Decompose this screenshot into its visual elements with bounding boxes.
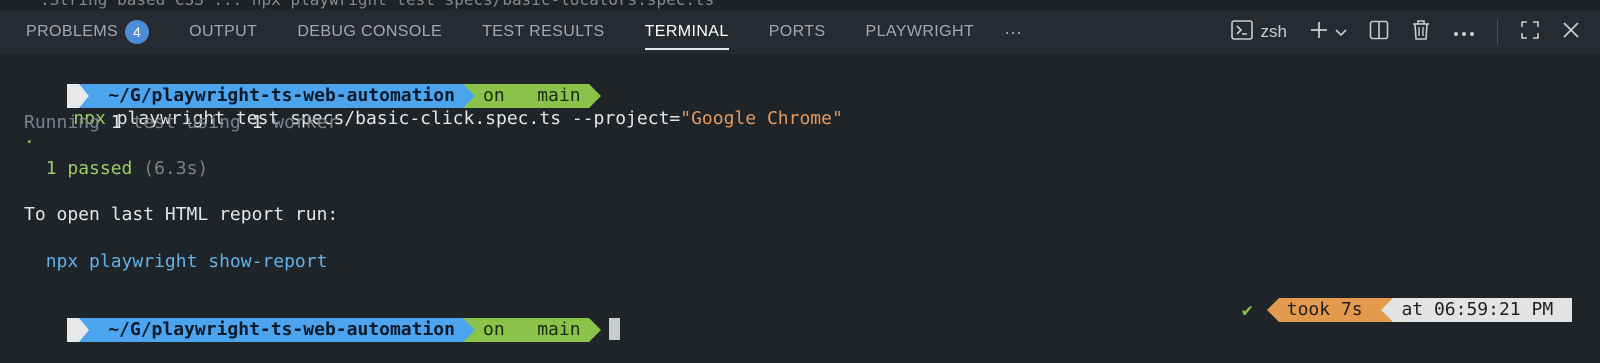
terminal-view[interactable]: ~/G/playwright-ts-web-automation on main … — [0, 54, 1600, 342]
git-segment: on main — [474, 84, 589, 108]
terminal-cursor — [608, 318, 620, 340]
os-segment — [67, 318, 80, 342]
git-branch-icon — [516, 85, 527, 106]
prompt-line-1: ~/G/playwright-ts-web-automation on main … — [24, 63, 843, 150]
editor-text-clip: :String based CSS ... npx playwright tes… — [0, 0, 1600, 10]
segment-separator — [1381, 298, 1394, 322]
git-segment: on main — [474, 318, 589, 342]
maximize-panel-button[interactable] — [1520, 20, 1540, 45]
took-text: took 7s — [1286, 299, 1363, 320]
split-icon — [1369, 20, 1389, 45]
panel-header: PROBLEMS 4 OUTPUT DEBUG CONSOLE TEST RES… — [0, 10, 1600, 54]
more-tabs-button[interactable]: ··· — [1004, 22, 1022, 43]
time-segment: at 06:59:21 PM — [1393, 298, 1572, 322]
tab-label: DEBUG CONSOLE — [297, 23, 443, 40]
path-segment: ~/G/playwright-ts-web-automation — [89, 318, 463, 342]
chevron-down-icon[interactable] — [1335, 22, 1347, 42]
tab-problems[interactable]: PROBLEMS 4 — [26, 10, 150, 54]
split-terminal-button[interactable] — [1369, 20, 1389, 45]
shell-name: zsh — [1260, 22, 1287, 41]
tab-output[interactable]: OUTPUT — [189, 10, 257, 54]
segment-separator — [79, 84, 90, 108]
prompt-line-2: ~/G/playwright-ts-web-automation on main — [24, 297, 620, 363]
git-branch: main — [537, 85, 581, 106]
tab-label: PORTS — [768, 23, 826, 40]
more-actions-button[interactable] — [1453, 22, 1475, 42]
segment-separator — [462, 84, 475, 108]
tab-label: OUTPUT — [189, 23, 258, 40]
output-text: Running — [24, 112, 111, 133]
tab-label: TERMINAL — [644, 23, 729, 40]
path-segment: ~/G/playwright-ts-web-automation — [89, 84, 463, 108]
panel-actions: zsh — [1209, 10, 1580, 54]
right-prompt: ✔ took 7s at 06:59:21 PM — [1242, 298, 1572, 322]
command-string-arg: "Google Chrome" — [680, 108, 843, 129]
tab-label: TEST RESULTS — [482, 23, 605, 40]
output-text: test using — [121, 112, 252, 133]
tab-ports[interactable]: PORTS — [769, 10, 826, 54]
passed-line: 1 passed (6.3s) — [24, 158, 209, 179]
report-message: To open last HTML report run: — [24, 204, 339, 225]
segment-separator — [462, 318, 475, 342]
tab-label: PLAYWRIGHT — [865, 23, 975, 40]
duration: (6.3s) — [143, 158, 209, 179]
time-text: at 06:59:21 PM — [1401, 299, 1554, 320]
maximize-icon — [1520, 20, 1540, 45]
success-check-icon: ✔ — [1241, 299, 1253, 321]
duration-segment: took 7s — [1278, 298, 1382, 322]
problems-count-badge: 4 — [125, 20, 150, 44]
terminal-icon — [1230, 19, 1253, 45]
tab-playwright[interactable]: PLAYWRIGHT — [866, 10, 975, 54]
tab-debug-console[interactable]: DEBUG CONSOLE — [297, 10, 442, 54]
git-prefix: on — [482, 85, 505, 106]
output-number: 1 — [110, 112, 122, 133]
new-terminal-button[interactable] — [1309, 20, 1347, 45]
progress-dot: · — [24, 132, 35, 153]
segment-separator — [588, 318, 601, 342]
report-command: npx playwright show-report — [45, 251, 328, 272]
cwd-path: ~/G/playwright-ts-web-automation — [108, 85, 455, 106]
passed-count: 1 passed — [45, 158, 133, 179]
output-text: worker — [262, 112, 339, 133]
tab-terminal[interactable]: TERMINAL — [644, 10, 729, 54]
os-segment — [67, 84, 80, 108]
close-icon — [1562, 21, 1580, 44]
tab-test-results[interactable]: TEST RESULTS — [482, 10, 604, 54]
report-command-line: npx playwright show-report — [24, 251, 328, 272]
segment-separator — [79, 318, 90, 342]
ellipsis-icon — [1453, 22, 1475, 42]
toolbar-divider — [1497, 20, 1498, 44]
running-line: Running 1 test using 1 worker — [24, 112, 338, 133]
plus-icon — [1309, 20, 1329, 45]
close-panel-button[interactable] — [1562, 21, 1580, 44]
segment-separator — [588, 84, 601, 108]
segment-separator — [1266, 298, 1279, 322]
trash-icon — [1411, 19, 1431, 46]
kill-terminal-button[interactable] — [1411, 19, 1431, 46]
tab-label: PROBLEMS — [26, 23, 119, 40]
output-number: 1 — [251, 112, 263, 133]
terminal-shell-selector[interactable]: zsh — [1230, 19, 1287, 45]
